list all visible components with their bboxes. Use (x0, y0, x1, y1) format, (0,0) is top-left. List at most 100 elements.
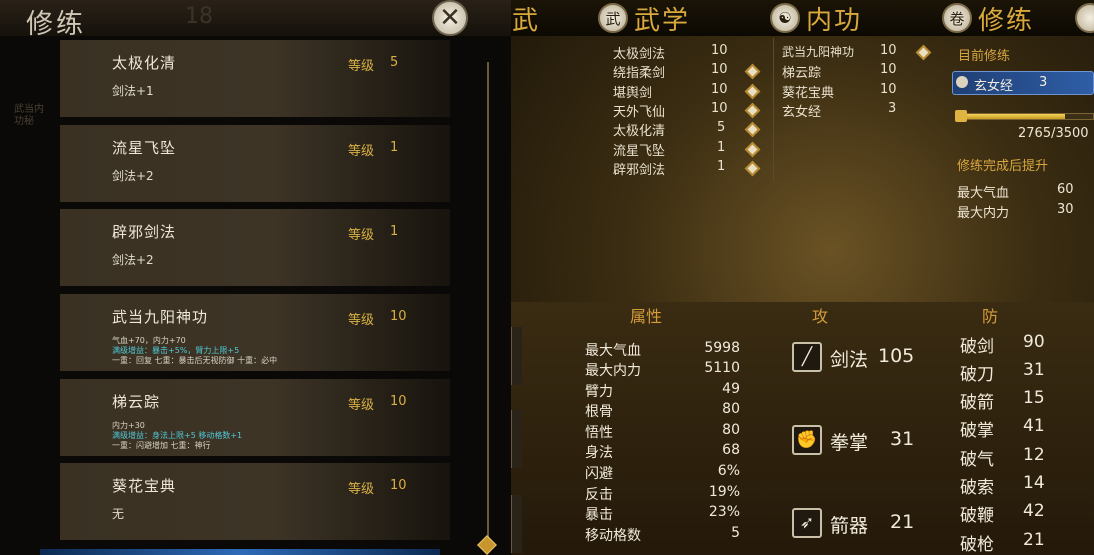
tab-cutoff-label: 武 (512, 5, 541, 36)
fist-icon: ✊ (792, 425, 822, 455)
list-item[interactable]: 太极化清 5 (613, 120, 763, 139)
level-label: 等级 (348, 59, 375, 74)
tab-cutoff[interactable]: 武 (512, 0, 540, 36)
training-card[interactable]: 流星飞坠 等级 1 剑法+2 (60, 125, 450, 203)
boost-value: 30 (1057, 202, 1074, 217)
card-desc: 剑法+2 (112, 169, 154, 183)
attributes-heading: 属性 (630, 307, 663, 326)
progress-start-icon (955, 110, 967, 122)
list-item[interactable]: 绕指柔剑 10 (613, 62, 763, 81)
defense-row: 破掌 41 (960, 416, 1045, 441)
sword-icon: ╱ (792, 342, 822, 372)
training-card[interactable]: 葵花宝典 等级 10 无 (60, 463, 450, 541)
card-name: 太极化清 (112, 54, 177, 72)
boost-label: 最大气血 (957, 186, 1010, 201)
martial-arts-icon: 武 (598, 3, 628, 33)
level-value: 10 (390, 478, 407, 493)
list-divider (773, 38, 774, 182)
attribute-row: 反击 19% (585, 484, 740, 503)
card-name: 辟邪剑法 (112, 223, 177, 241)
upgrade-diamond-icon[interactable] (915, 44, 932, 61)
training-progress-text: 2765/3500 (1018, 126, 1089, 141)
upgrade-diamond-icon[interactable] (744, 160, 761, 177)
tab-inner-arts-label: 内功 (806, 5, 863, 36)
defense-row: 破索 14 (960, 473, 1045, 498)
defense-heading: 防 (982, 307, 999, 326)
defense-row: 破剑 90 (960, 332, 1045, 357)
level-value: 10 (390, 309, 407, 324)
level-value: 5 (390, 55, 399, 70)
card-name: 葵花宝典 (112, 477, 177, 495)
attack-row-dart: ➶ 箭器 21 (792, 508, 922, 540)
attack-row-sword: ╱ 剑法 105 (792, 342, 922, 374)
training-card[interactable]: 辟邪剑法 等级 1 剑法+2 (60, 209, 450, 287)
list-item[interactable]: 天外飞仙 10 (613, 101, 763, 120)
level-label: 等级 (348, 144, 375, 159)
level-value: 10 (390, 394, 407, 409)
ghost-text: 18 (185, 4, 213, 29)
card-detail: 一重：闪避增加 七重：神行 (112, 441, 211, 450)
attribute-row: 最大气血 5998 (585, 340, 740, 359)
defense-row: 破箭 15 (960, 388, 1045, 413)
attack-row-fist: ✊ 拳掌 31 (792, 425, 922, 457)
level-label: 等级 (348, 482, 375, 497)
list-item[interactable]: 梯云踪 10 (782, 62, 932, 81)
list-item[interactable]: 武当九阳神功 10 (782, 43, 932, 62)
list-item[interactable]: 流星飞坠 1 (613, 140, 763, 159)
tab-martial-arts-label: 武学 (634, 5, 691, 36)
training-card[interactable]: 梯云踪 等级 10 内力+30 满级增益：身法上限+5 移动格数+1 一重：闪避… (60, 379, 450, 457)
close-button[interactable]: ✕ (432, 0, 468, 36)
tab-training-label: 修练 (978, 5, 1035, 36)
attribute-row: 臂力 49 (585, 381, 740, 400)
scrollbar-thumb[interactable] (477, 535, 497, 555)
scrollbar-track[interactable] (487, 62, 489, 542)
training-progress-bar (960, 113, 1094, 120)
upgrade-diamond-icon[interactable] (744, 141, 761, 158)
attribute-row: 移动格数 5 (585, 525, 740, 544)
list-item[interactable]: 葵花宝典 10 (782, 82, 932, 101)
upgrade-diamond-icon[interactable] (744, 63, 761, 80)
tab-training[interactable]: 卷 修练 (942, 0, 1034, 36)
attribute-row: 身法 68 (585, 442, 740, 461)
training-card[interactable]: 太极化清 等级 5 剑法+1 (60, 40, 450, 118)
upgrade-diamond-icon[interactable] (744, 83, 761, 100)
hidden-slot-tab[interactable] (510, 410, 522, 468)
card-detail: 一重：回复 七重：暴击后无视防御 十重：必中 (112, 356, 278, 365)
current-training-heading: 目前修练 (958, 49, 1011, 64)
card-detail-bonus: 满级增益：暴击+5%，臂力上限+5 (112, 346, 240, 355)
defense-row: 破刀 31 (960, 360, 1045, 385)
defense-row: 破鞭 42 (960, 501, 1045, 526)
attribute-row: 闪避 6% (585, 463, 740, 482)
card-desc: 剑法+1 (112, 84, 154, 98)
level-label: 等级 (348, 228, 375, 243)
hidden-slot-tab[interactable] (510, 327, 522, 385)
card-desc: 剑法+2 (112, 253, 154, 267)
list-item[interactable]: 堪舆剑 10 (613, 82, 763, 101)
training-item-icon (956, 76, 968, 88)
list-item[interactable]: 辟邪剑法 1 (613, 159, 763, 178)
card-detail: 内力+30 (112, 421, 145, 430)
boost-value: 60 (1057, 182, 1074, 197)
level-value: 1 (390, 140, 399, 155)
tab-inner-arts[interactable]: ☯ 内功 (770, 0, 862, 36)
hidden-slot-tab[interactable] (510, 495, 522, 553)
attribute-row: 根骨 80 (585, 401, 740, 420)
list-item[interactable]: 玄女经 3 (782, 101, 932, 120)
dart-icon: ➶ (792, 508, 822, 538)
attribute-row: 暴击 23% (585, 504, 740, 523)
card-name: 流星飞坠 (112, 139, 177, 157)
attribute-row: 悟性 80 (585, 422, 740, 441)
card-name: 武当九阳神功 (112, 308, 209, 326)
training-card[interactable]: 武当九阳神功 等级 10 气血+70，内力+70 满级增益：暴击+5%，臂力上限… (60, 294, 450, 372)
defense-row: 破枪 21 (960, 530, 1045, 555)
attack-heading: 攻 (812, 307, 829, 326)
level-label: 等级 (348, 398, 375, 413)
training-progress-fill (961, 114, 1066, 119)
bottom-highlight (40, 549, 440, 555)
upgrade-diamond-icon[interactable] (744, 102, 761, 119)
tab-martial-arts[interactable]: 武 武学 (598, 0, 690, 36)
current-training-level: 3 (1039, 75, 1048, 90)
upgrade-diamond-icon[interactable] (744, 121, 761, 138)
side-ghost-text: 武当内功秘 (14, 104, 44, 127)
list-item[interactable]: 太极剑法 10 (613, 43, 763, 62)
